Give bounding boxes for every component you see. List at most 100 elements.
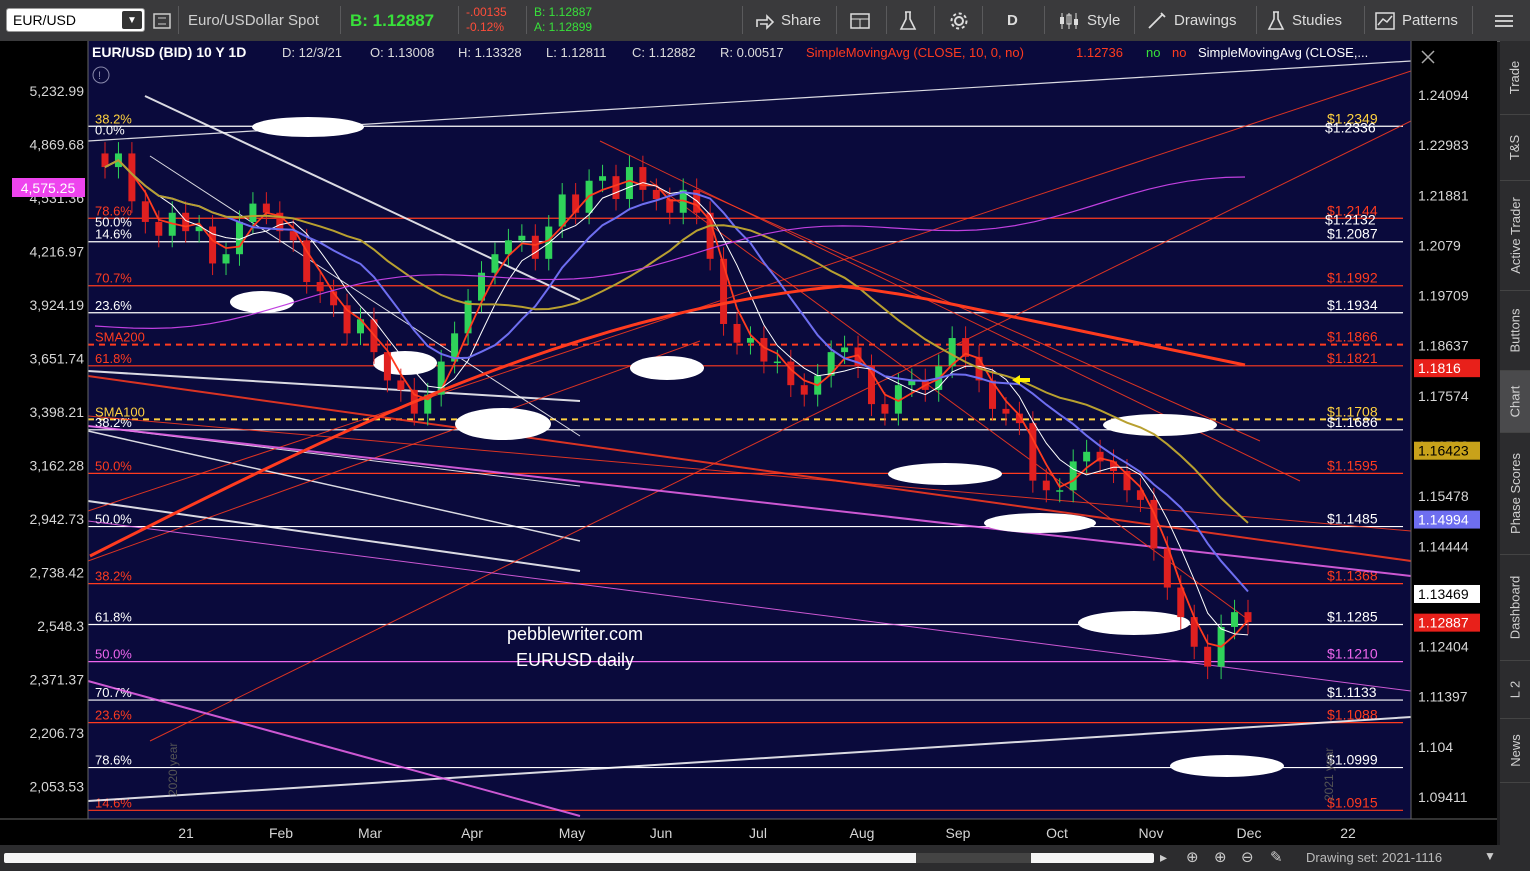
- x-axis-tick: May: [559, 825, 585, 841]
- tab-phase-scores[interactable]: Phase Scores: [1500, 433, 1530, 555]
- x-axis-tick: Mar: [358, 825, 382, 841]
- level-left-label: 23.6%: [95, 708, 132, 723]
- candle-body: [625, 167, 633, 200]
- x-axis-tick: Jul: [749, 825, 767, 841]
- candle-body: [1056, 490, 1064, 492]
- right-axis-tick: 1.17574: [1418, 388, 1469, 404]
- horizontal-scrollbar[interactable]: [4, 853, 1154, 863]
- period-button[interactable]: D: [1007, 0, 1018, 41]
- right-axis-tick: 1.19709: [1418, 288, 1469, 304]
- watermark-line2: EURUSD daily: [516, 650, 634, 670]
- symbol-input[interactable]: EUR/USD ▼: [6, 8, 145, 32]
- level-right-label: $1.2336: [1325, 119, 1376, 135]
- right-axis-tick: 1.15478: [1418, 488, 1469, 504]
- candle-body: [397, 380, 405, 390]
- ellipse-annotation: [984, 513, 1096, 533]
- bid-price: B: 1.12887: [350, 10, 435, 30]
- tab-active-trader[interactable]: Active Trader: [1500, 181, 1530, 291]
- patterns-icon: [1375, 11, 1395, 30]
- candle-body: [531, 235, 539, 259]
- crosshair-icon[interactable]: ⊕: [1186, 848, 1199, 866]
- menu-icon[interactable]: [1492, 0, 1516, 41]
- header-close: C: 1.12882: [632, 45, 696, 60]
- symbol-description: Euro/USDollar Spot: [188, 12, 319, 29]
- candle-body: [491, 254, 499, 273]
- price-tag-label: 1.12887: [1418, 615, 1469, 631]
- candle-body: [881, 404, 889, 414]
- right-axis-tick: 1.18637: [1418, 338, 1469, 354]
- ellipse-annotation: [888, 463, 1002, 485]
- settings-icon[interactable]: [151, 0, 173, 41]
- right-axis-tick: 1.104: [1418, 739, 1453, 755]
- zoom-in-icon[interactable]: ⊕: [1214, 848, 1227, 866]
- tab-ts[interactable]: T&S: [1500, 115, 1530, 181]
- gear-icon[interactable]: [948, 0, 970, 41]
- tab-dashboard[interactable]: Dashboard: [1500, 555, 1530, 661]
- header-no1: no: [1146, 45, 1160, 60]
- candle-body: [773, 361, 781, 364]
- candle-body: [1204, 646, 1212, 667]
- patterns-button[interactable]: Patterns: [1374, 0, 1458, 41]
- candle-body: [316, 282, 324, 292]
- candle-body: [518, 235, 526, 241]
- candle-body: [841, 347, 849, 353]
- left-axis-tick: 3,651.74: [30, 351, 85, 367]
- bid-small: B: 1.12887: [534, 5, 593, 19]
- header-range: R: 0.00517: [720, 45, 784, 60]
- price-tag-label: 1.16423: [1418, 443, 1469, 459]
- left-axis-tick: 3,162.28: [30, 458, 85, 474]
- share-button[interactable]: Share: [755, 0, 821, 41]
- x-axis-tick: 21: [178, 825, 194, 841]
- drawing-tool-icon[interactable]: ✎: [1270, 848, 1283, 866]
- candle-body: [733, 323, 741, 343]
- candle-body: [1083, 451, 1091, 462]
- change-pct: -0.12%: [466, 20, 505, 34]
- change-abs: -.00135: [466, 5, 507, 19]
- right-axis-tick: 1.14444: [1418, 538, 1469, 554]
- left-axis-tick: 2,548.3: [37, 618, 84, 634]
- level-left-label: 38.2%: [95, 569, 132, 584]
- ellipse-annotation: [230, 291, 294, 313]
- zoom-out-icon[interactable]: ⊖: [1241, 848, 1254, 866]
- tab-chart[interactable]: Chart: [1500, 371, 1530, 433]
- right-axis-tick: 1.11397: [1418, 689, 1468, 705]
- tab-buttons[interactable]: Buttons: [1500, 291, 1530, 371]
- level-left-label: 14.6%: [95, 227, 132, 242]
- level-left-label: 61.8%: [95, 351, 132, 366]
- header-low: L: 1.12811: [546, 45, 606, 60]
- expand-icon[interactable]: ▼: [1484, 849, 1496, 863]
- studies-button[interactable]: Studies: [1266, 0, 1342, 41]
- chart-header: EUR/USD (BID) 10 Y 1D D: 12/3/21 O: 1.13…: [92, 44, 1368, 60]
- tab-l2[interactable]: L 2: [1500, 661, 1530, 719]
- ellipse-annotation: [1103, 414, 1217, 436]
- price-chart[interactable]: EUR/USD (BID) 10 Y 1D D: 12/3/21 O: 1.13…: [0, 41, 1497, 845]
- level-right-label: $1.1821: [1327, 350, 1378, 366]
- tab-trade[interactable]: Trade: [1500, 41, 1530, 115]
- studies-label: Studies: [1292, 12, 1343, 29]
- style-button[interactable]: Style: [1057, 0, 1120, 41]
- left-axis-tick: 5,232.99: [30, 83, 85, 99]
- left-axis-tick: 2,053.53: [30, 779, 85, 795]
- right-axis-tick: 1.2079: [1418, 237, 1461, 253]
- left-axis-tick: 2,942.73: [30, 511, 85, 527]
- top-toolbar: EUR/USD ▼ Euro/USDollar Spot B: 1.12887 …: [0, 0, 1530, 42]
- candle-body: [612, 176, 620, 200]
- scroll-right-icon[interactable]: ▸: [1160, 849, 1167, 866]
- share-label: Share: [781, 12, 822, 29]
- level-left-label: SMA200: [95, 330, 145, 345]
- header-no2: no: [1172, 45, 1186, 60]
- tab-news[interactable]: News: [1500, 719, 1530, 783]
- level-left-label: 50.0%: [95, 458, 132, 473]
- candle-body: [558, 194, 566, 227]
- header-open: O: 1.13008: [370, 45, 434, 60]
- x-axis-tick: Jun: [650, 825, 673, 841]
- chart-area[interactable]: EUR/USD (BID) 10 Y 1D D: 12/3/21 O: 1.13…: [0, 41, 1497, 845]
- layout-icon[interactable]: [849, 0, 871, 41]
- chevron-down-icon[interactable]: ▼: [122, 11, 142, 29]
- flask-icon[interactable]: [898, 0, 918, 41]
- ellipse-annotation: [455, 408, 551, 440]
- drawings-button[interactable]: Drawings: [1146, 0, 1237, 41]
- candle-body: [222, 254, 230, 264]
- scrollbar-thumb[interactable]: [916, 853, 1031, 863]
- level-right-label: $1.1133: [1327, 684, 1377, 700]
